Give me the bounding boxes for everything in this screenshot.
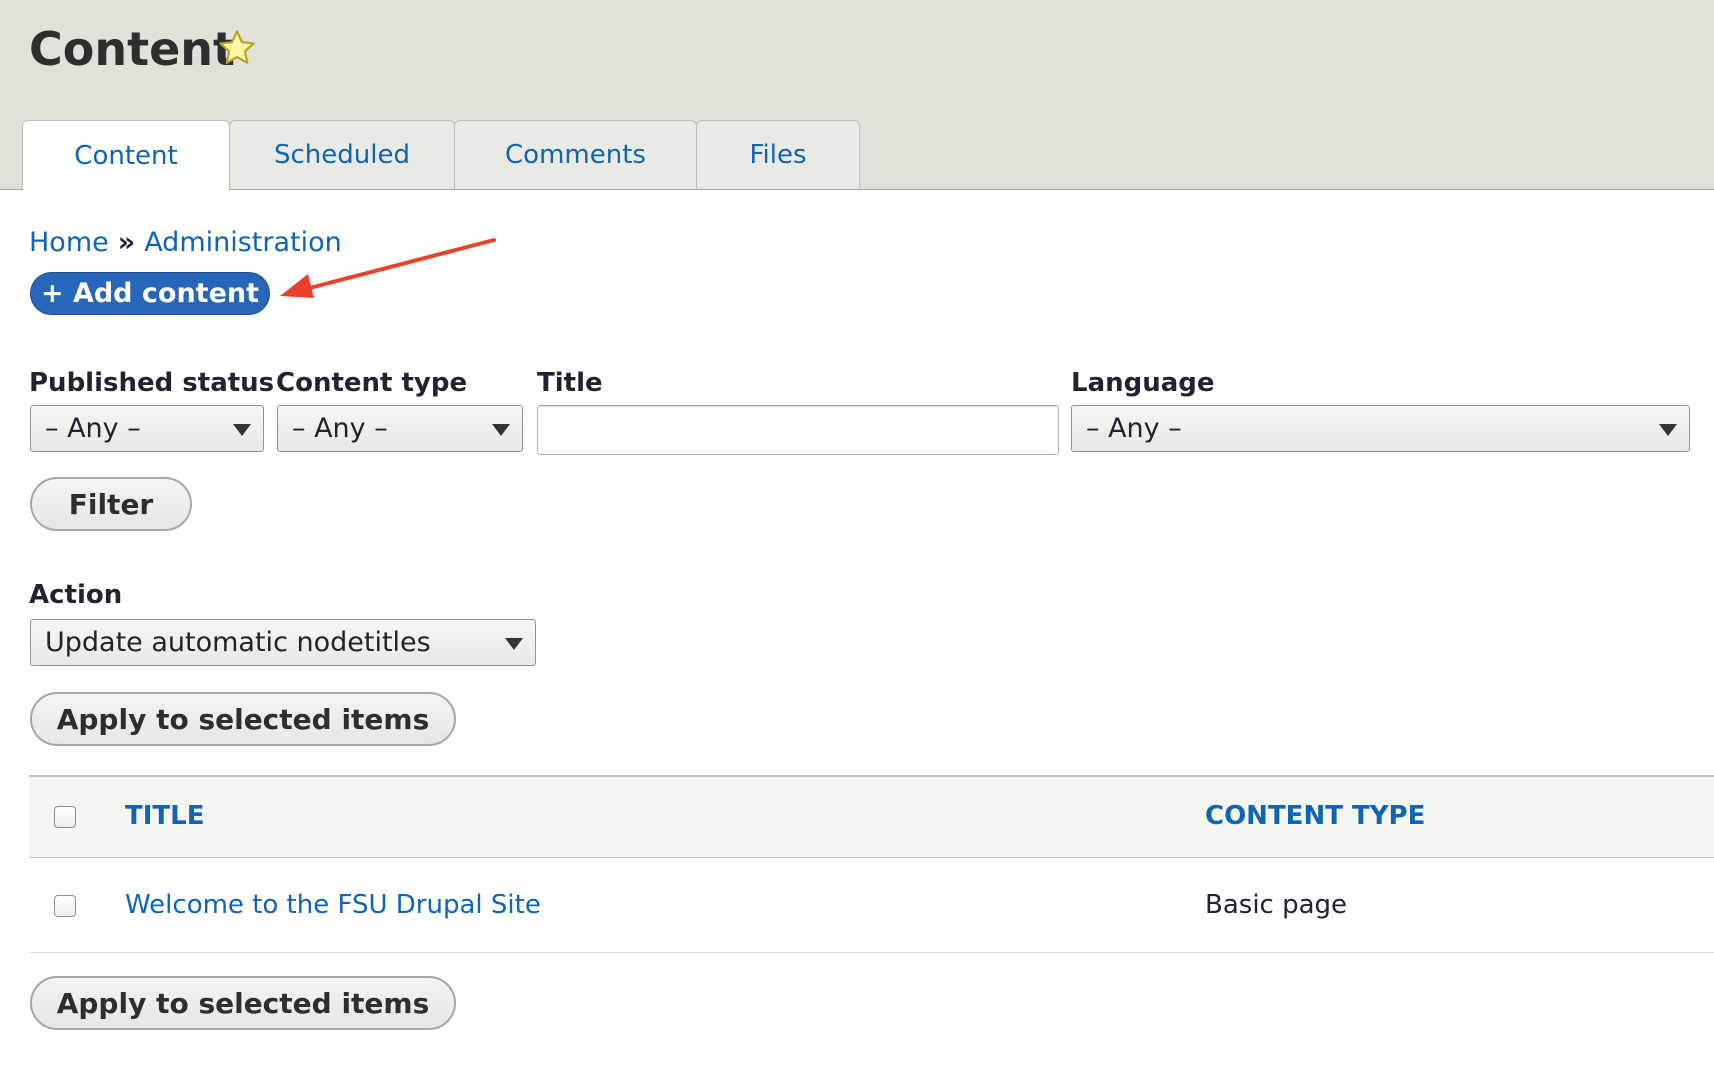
select-all-checkbox[interactable]: [54, 806, 76, 828]
column-content-type-header[interactable]: CONTENT TYPE: [1205, 799, 1425, 833]
add-content-button[interactable]: + Add content: [30, 272, 270, 315]
caret-down-icon: [1659, 424, 1677, 436]
language-select[interactable]: – Any –: [1071, 405, 1690, 452]
tab-scheduled[interactable]: Scheduled: [229, 120, 455, 189]
tab-files[interactable]: Files: [696, 120, 860, 189]
apply-to-selected-button-top[interactable]: Apply to selected items: [30, 692, 456, 746]
content-type-select[interactable]: – Any –: [277, 405, 523, 452]
title-filter-label: Title: [537, 368, 603, 398]
content-type-label: Content type: [276, 368, 468, 398]
row-checkbox[interactable]: [54, 895, 76, 917]
language-value: – Any –: [1086, 413, 1182, 444]
action-value: Update automatic nodetitles: [45, 627, 431, 658]
published-status-value: – Any –: [45, 413, 141, 444]
content-type-value: – Any –: [292, 413, 388, 444]
caret-down-icon: [492, 424, 510, 436]
content-table: TITLE CONTENT TYPE Welcome to the FSU Dr…: [29, 775, 1714, 953]
filter-button[interactable]: Filter: [30, 477, 192, 531]
caret-down-icon: [233, 424, 251, 436]
tab-comments[interactable]: Comments: [454, 120, 697, 189]
column-title-header[interactable]: TITLE: [125, 799, 204, 833]
tab-content[interactable]: Content: [22, 120, 230, 190]
primary-tabs: Content Scheduled Comments Files: [22, 120, 860, 190]
title-filter-input[interactable]: [537, 405, 1059, 455]
caret-down-icon: [505, 638, 523, 650]
row-content-type: Basic page: [1205, 890, 1348, 920]
breadcrumb-home-link[interactable]: Home: [29, 227, 109, 258]
breadcrumb-separator: »: [117, 227, 136, 258]
page-title: Content: [29, 22, 236, 76]
action-select[interactable]: Update automatic nodetitles: [30, 619, 536, 666]
published-status-label: Published status: [29, 368, 275, 398]
apply-to-selected-button-bottom[interactable]: Apply to selected items: [30, 976, 456, 1030]
action-label: Action: [29, 580, 123, 610]
row-title-link[interactable]: Welcome to the FSU Drupal Site: [125, 888, 541, 922]
language-label: Language: [1071, 368, 1215, 398]
table-header: TITLE CONTENT TYPE: [29, 775, 1714, 858]
published-status-select[interactable]: – Any –: [30, 405, 264, 452]
table-row: Welcome to the FSU Drupal Site Basic pag…: [29, 858, 1714, 953]
star-icon[interactable]: [216, 27, 258, 69]
page-header: Content Content Scheduled Comments Files: [0, 0, 1714, 190]
annotation-arrow-icon: [280, 238, 496, 298]
